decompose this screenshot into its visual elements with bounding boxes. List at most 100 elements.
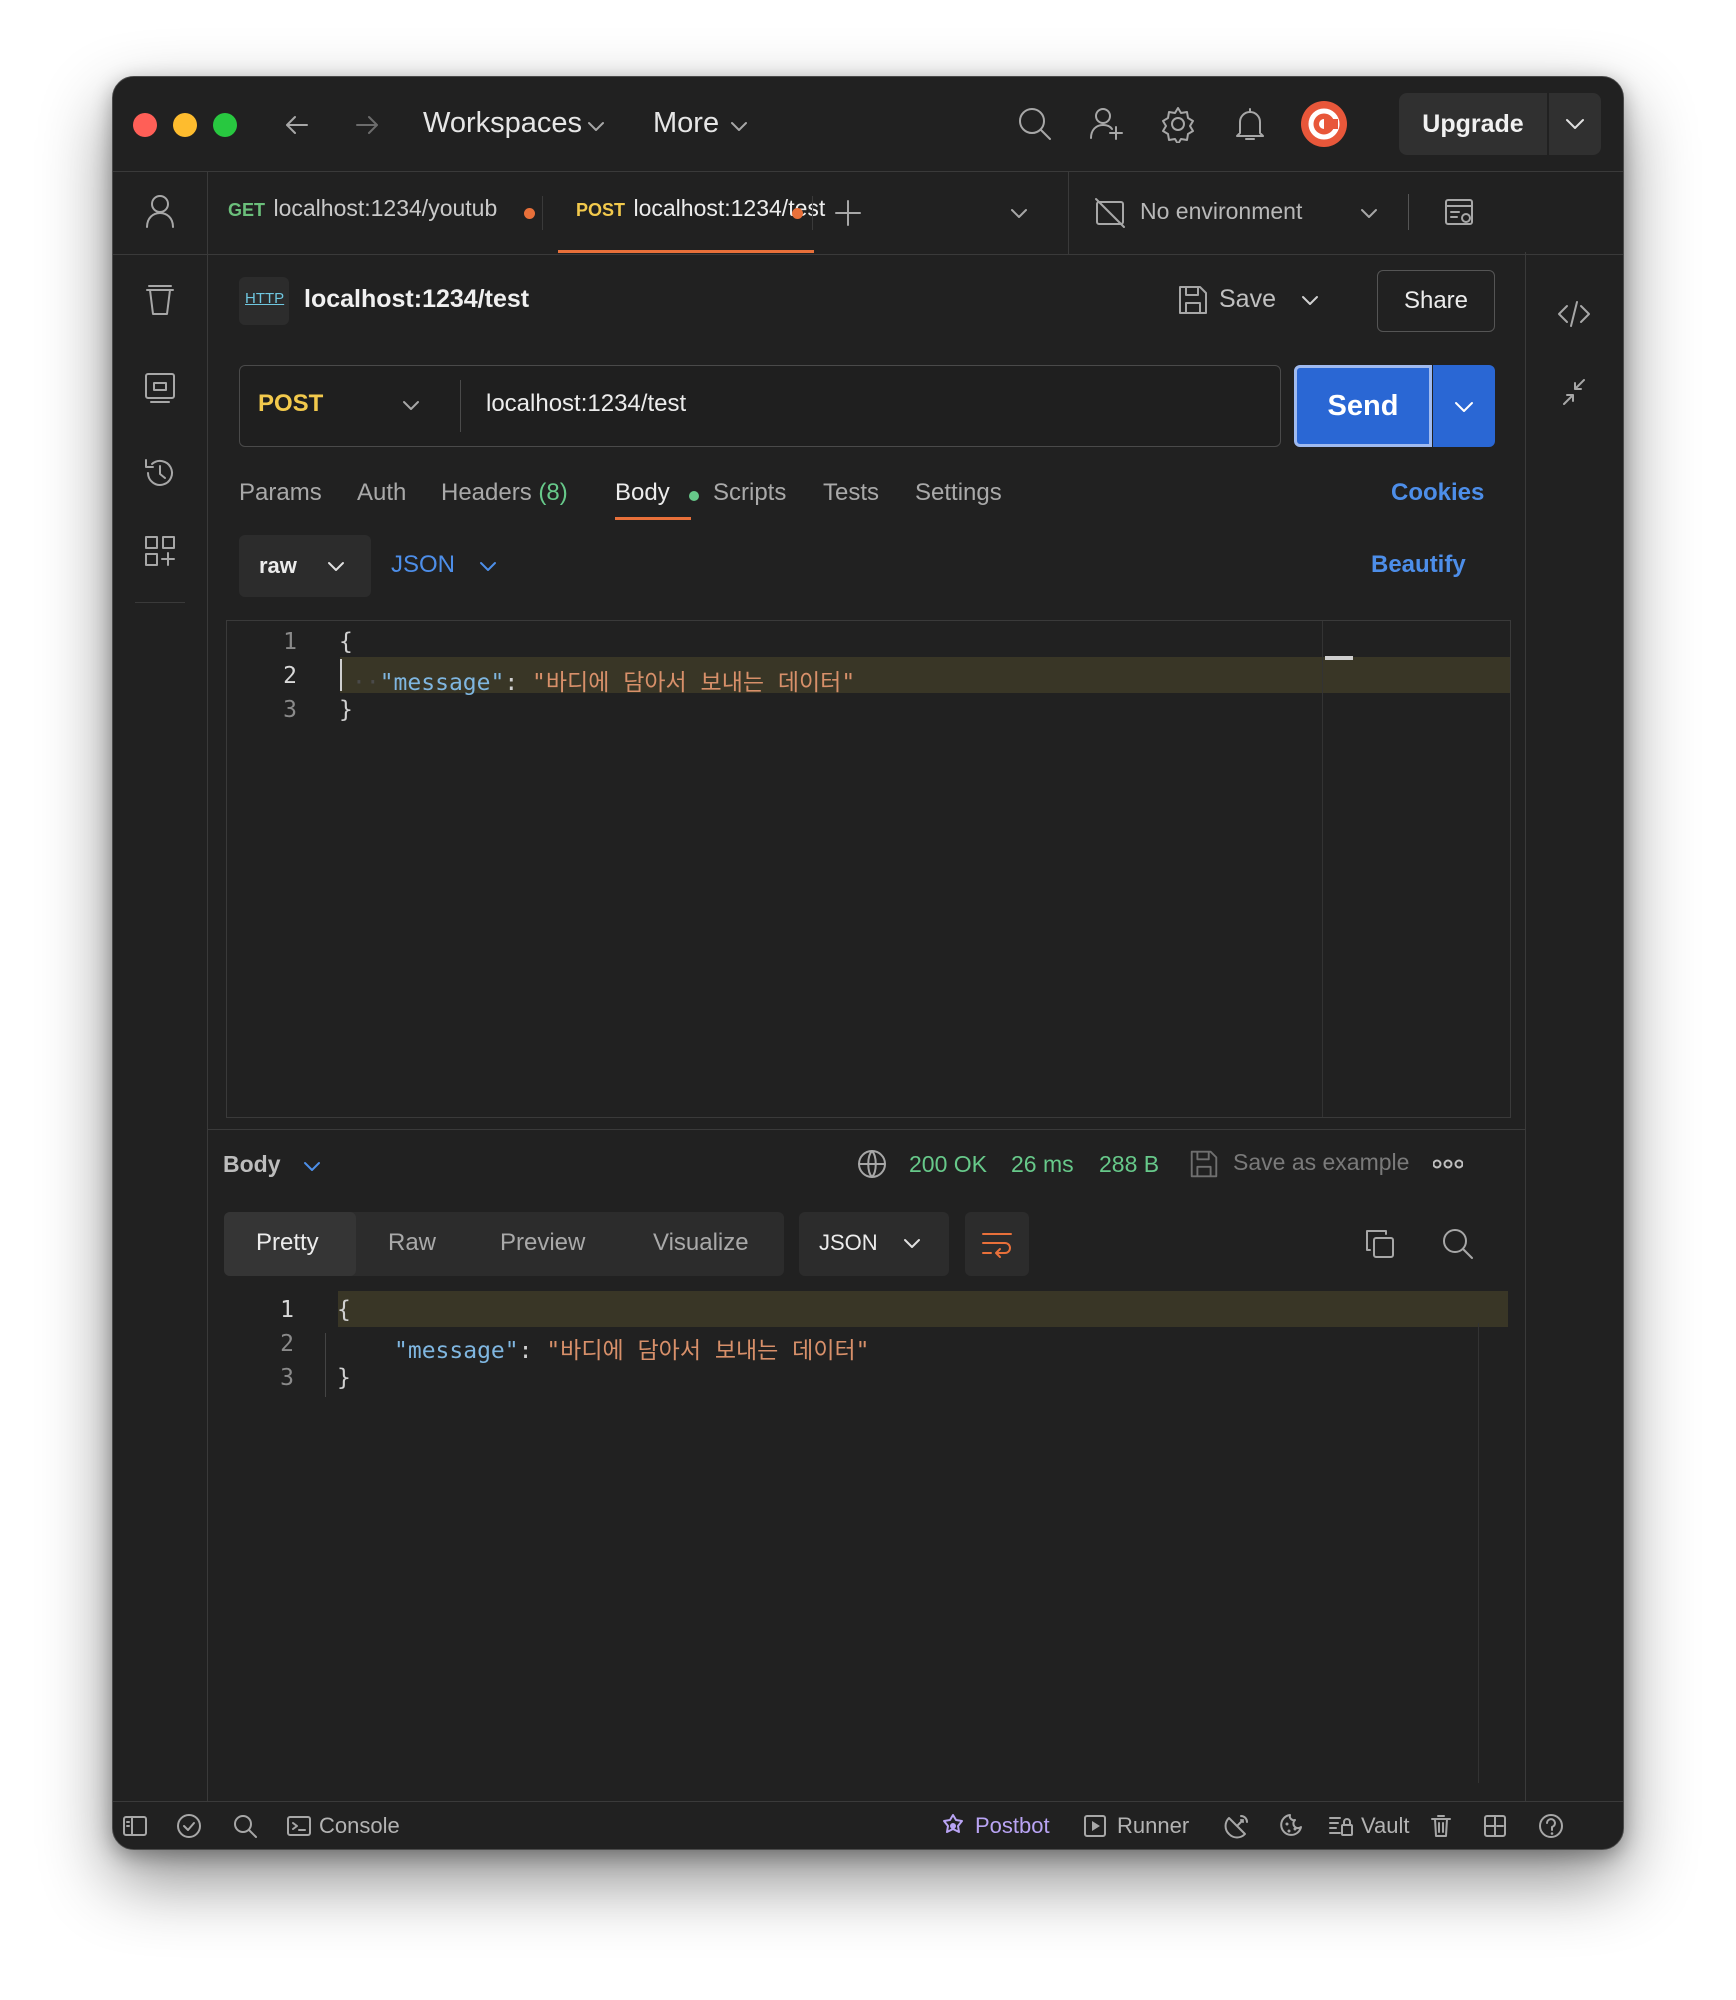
collapse-arrows-icon[interactable] xyxy=(1556,374,1592,410)
wrap-lines-button[interactable] xyxy=(965,1212,1029,1276)
line-number: 3 xyxy=(283,697,297,723)
indent-guide xyxy=(325,1333,326,1397)
tab-raw[interactable]: Raw xyxy=(388,1229,436,1257)
request-tab[interactable]: GET localhost:1234/youtub xyxy=(228,195,528,235)
body-language-select[interactable]: JSON xyxy=(391,551,455,579)
response-status[interactable]: 200 OK xyxy=(909,1151,987,1178)
tab-tests[interactable]: Tests xyxy=(823,479,879,507)
save-options-chevron-down-icon[interactable] xyxy=(1299,289,1321,311)
history-icon[interactable] xyxy=(141,454,179,492)
trash-icon[interactable] xyxy=(1427,1812,1455,1840)
trash-bin-icon[interactable] xyxy=(141,282,179,320)
postbot-button[interactable]: Postbot xyxy=(975,1813,1050,1839)
no-environment-icon xyxy=(1093,196,1127,230)
divider xyxy=(1408,194,1409,230)
tab-params[interactable]: Params xyxy=(239,479,322,507)
divider xyxy=(113,254,207,255)
chevron-down-icon xyxy=(400,394,422,416)
save-button[interactable]: Save xyxy=(1219,285,1276,314)
response-divider[interactable] xyxy=(208,1129,1525,1130)
json-string-value: "바디에 담아서 보내는 데이터" xyxy=(532,670,856,696)
chevron-down-icon xyxy=(325,555,347,577)
close-window-button[interactable] xyxy=(133,113,157,137)
send-button[interactable]: Send xyxy=(1294,365,1432,447)
upgrade-button[interactable]: Upgrade xyxy=(1399,93,1547,155)
console-button[interactable]: Console xyxy=(319,1813,400,1839)
more-menu[interactable]: More xyxy=(653,107,719,140)
tab-method: GET xyxy=(228,200,266,220)
runner-button[interactable]: Runner xyxy=(1117,1813,1189,1839)
divider xyxy=(460,380,461,432)
cookie-icon[interactable] xyxy=(1277,1812,1305,1840)
collections-user-icon[interactable] xyxy=(141,192,179,230)
response-body-viewer[interactable]: 1 2 3 { "message": "바디에 담아서 보내는 데이터" } xyxy=(208,1283,1508,1783)
help-icon[interactable] xyxy=(1537,1812,1565,1840)
tab-pretty[interactable]: Pretty xyxy=(256,1229,319,1257)
check-circle-icon[interactable] xyxy=(175,1812,203,1840)
globe-icon[interactable] xyxy=(855,1147,889,1181)
save-as-example-button[interactable]: Save as example xyxy=(1233,1149,1409,1176)
response-section-select[interactable]: Body xyxy=(223,1151,281,1178)
url-input[interactable]: localhost:1234/test xyxy=(486,390,686,418)
forward-arrow-icon[interactable] xyxy=(351,109,383,141)
new-tab-plus-icon[interactable] xyxy=(831,196,865,230)
request-title[interactable]: localhost:1234/test xyxy=(304,285,529,314)
copy-icon[interactable] xyxy=(1363,1227,1397,1261)
chevron-down-icon xyxy=(1358,202,1380,224)
json-key: "message" xyxy=(379,670,505,696)
chevron-down-icon xyxy=(728,115,750,137)
tab-preview[interactable]: Preview xyxy=(500,1229,585,1257)
beautify-button[interactable]: Beautify xyxy=(1371,551,1466,579)
find-icon[interactable] xyxy=(231,1812,259,1840)
environment-selector[interactable]: No environment xyxy=(1140,198,1302,225)
tab-settings[interactable]: Settings xyxy=(915,479,1002,507)
mock-server-icon[interactable] xyxy=(141,369,179,407)
more-options-icon[interactable] xyxy=(1433,1157,1463,1171)
http-request-icon: HTTP xyxy=(239,277,289,325)
response-size[interactable]: 288 B xyxy=(1099,1151,1159,1178)
cookies-link[interactable]: Cookies xyxy=(1391,479,1484,507)
send-options-button[interactable] xyxy=(1433,365,1495,447)
share-button[interactable]: Share xyxy=(1377,270,1495,332)
tab-list-chevron-down-icon[interactable] xyxy=(1008,202,1030,224)
minimize-window-button[interactable] xyxy=(173,113,197,137)
body-indicator-dot xyxy=(689,491,699,501)
search-icon[interactable] xyxy=(1016,105,1054,143)
toggle-sidebar-icon[interactable] xyxy=(121,1812,149,1840)
body-mode-select[interactable]: raw xyxy=(239,535,371,597)
line-number: 2 xyxy=(283,663,297,689)
tab-headers[interactable]: Headers (8) xyxy=(441,479,568,507)
zoom-window-button[interactable] xyxy=(213,113,237,137)
search-response-icon[interactable] xyxy=(1441,1227,1475,1261)
response-time[interactable]: 26 ms xyxy=(1011,1151,1074,1178)
save-icon[interactable] xyxy=(1175,282,1211,318)
add-workspace-apps-icon[interactable] xyxy=(141,532,179,570)
vault-button[interactable]: Vault xyxy=(1361,1813,1410,1839)
back-arrow-icon[interactable] xyxy=(281,109,313,141)
gear-icon[interactable] xyxy=(1159,105,1197,143)
tab-visualize[interactable]: Visualize xyxy=(653,1229,749,1257)
postman-window: Workspaces More Upgrade GET localhost:12… xyxy=(112,76,1624,1850)
tab-scripts[interactable]: Scripts xyxy=(713,479,786,507)
two-pane-layout-icon[interactable] xyxy=(1481,1812,1509,1840)
upgrade-options-button[interactable] xyxy=(1549,93,1601,155)
code-snippet-icon[interactable] xyxy=(1556,296,1592,332)
json-colon: : xyxy=(518,1338,547,1364)
request-tab-bar: GET localhost:1234/youtub POST localhost… xyxy=(208,172,1623,255)
json-key: "message" xyxy=(394,1338,519,1364)
code-line: "message": "바디에 담아서 보내는 데이터" xyxy=(394,1331,869,1365)
request-tab-active[interactable]: POST localhost:1234/test xyxy=(576,195,825,222)
environment-quick-look-icon[interactable] xyxy=(1442,196,1476,230)
tab-auth[interactable]: Auth xyxy=(357,479,406,507)
more-label: More xyxy=(653,107,720,139)
avatar[interactable] xyxy=(1301,101,1347,147)
minimap-marker xyxy=(1325,656,1353,660)
request-body-editor[interactable]: 1 2 3 { ··"message": "바디에 담아서 보내는 데이터" } xyxy=(226,620,1511,1118)
invite-user-icon[interactable] xyxy=(1088,105,1126,143)
workspaces-menu[interactable]: Workspaces xyxy=(423,107,582,140)
bell-icon[interactable] xyxy=(1231,105,1269,143)
method-select[interactable]: POST xyxy=(258,390,323,418)
capture-satellite-icon[interactable] xyxy=(1223,1812,1251,1840)
tab-body[interactable]: Body xyxy=(615,479,670,507)
response-format-select[interactable]: JSON xyxy=(799,1212,949,1276)
